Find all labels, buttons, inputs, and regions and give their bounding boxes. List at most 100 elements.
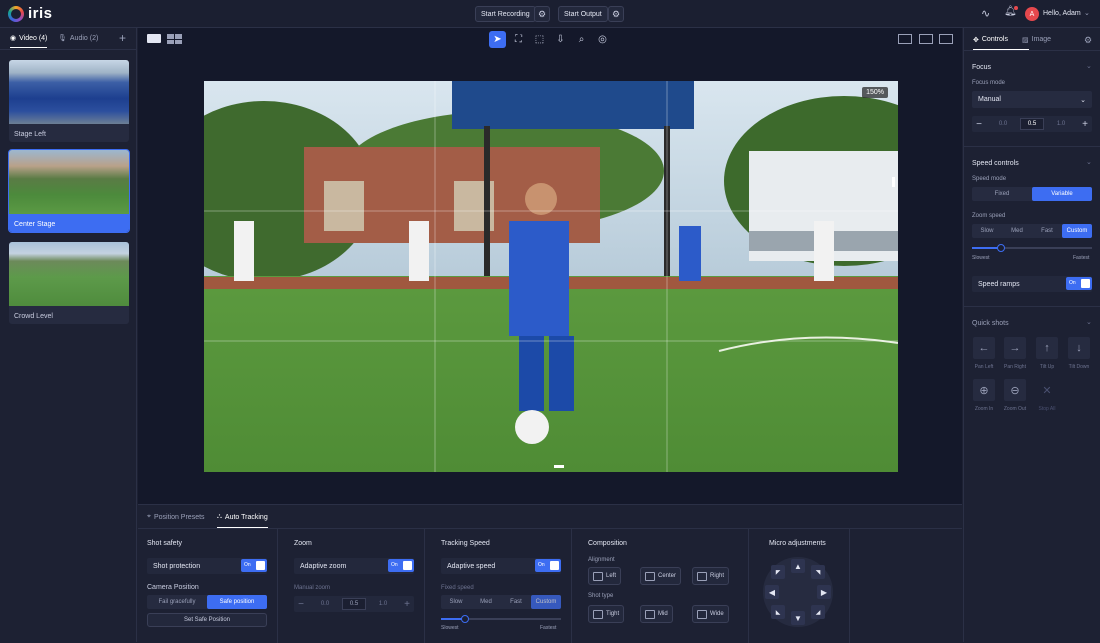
pan-left-button[interactable]: ←	[973, 337, 995, 359]
tab-audio[interactable]: 🎙︎ Audio (2)	[58, 34, 99, 43]
speed-slow-option[interactable]: Slow	[441, 595, 471, 609]
output-settings-icon[interactable]: ⚙	[608, 6, 624, 22]
plus-icon[interactable]: +	[400, 599, 414, 610]
zoom-med-option[interactable]: Med	[1002, 224, 1032, 238]
move-icon: ✥	[973, 37, 979, 44]
source-thumbnail[interactable]: Crowd Level	[9, 242, 129, 324]
tab-auto-tracking[interactable]: ⛬ Auto Tracking	[217, 513, 268, 528]
tab-image-label: Image	[1031, 36, 1052, 43]
minus-icon[interactable]: −	[972, 119, 986, 130]
arrow-up-icon[interactable]: ▲	[791, 559, 805, 573]
stop-all-button[interactable]: ✕	[1036, 379, 1058, 401]
align-left-button[interactable]: Left	[588, 567, 622, 585]
shot-wide-button[interactable]: Wide	[692, 605, 729, 623]
align-right-button[interactable]: Right	[692, 567, 730, 585]
arrow-down-icon[interactable]: ▼	[791, 611, 805, 625]
arrow-up-right-icon[interactable]: ◥	[811, 565, 825, 579]
full-layout-icon[interactable]	[939, 34, 953, 44]
focus-value[interactable]: 0.5	[1020, 118, 1044, 130]
chevron-down-icon[interactable]: ⌄	[1084, 9, 1090, 17]
tilt-down-button[interactable]: ↓	[1068, 337, 1090, 359]
zoom-slow-option[interactable]: Slow	[972, 224, 1002, 238]
speed-fast-option[interactable]: Fast	[501, 595, 531, 609]
safe-position-option[interactable]: Safe position	[207, 595, 267, 609]
zoom-out-button[interactable]: ⊖	[1004, 379, 1026, 401]
tab-position-presets[interactable]: ⌖ Position Presets	[147, 513, 205, 521]
arrow-right-icon[interactable]: ▶	[817, 585, 831, 599]
shot-tight-icon	[593, 609, 603, 619]
slider-knob[interactable]	[996, 244, 1005, 252]
minus-icon[interactable]: −	[294, 599, 308, 610]
video-viewer: ➤ ⛶ ⬚ ⇩ ⌕ ◎ 150%	[138, 28, 962, 504]
recording-settings-icon[interactable]: ⚙	[534, 6, 550, 22]
speed-ramps-toggle[interactable]: On	[1066, 277, 1092, 290]
zoom-value[interactable]: 0.5	[342, 598, 366, 610]
pan-right-label: Pan Right	[1004, 364, 1026, 370]
chevron-down-icon[interactable]: ⌄	[1086, 62, 1092, 70]
shot-protection-toggle[interactable]: On	[241, 559, 267, 572]
chevron-down-icon[interactable]: ⌄	[1086, 158, 1092, 166]
auto-tracking-panel: ⌖ Position Presets ⛬ Auto Tracking Shot sa…	[138, 504, 962, 643]
arrow-up-left-icon[interactable]: ◤	[771, 565, 785, 579]
live-video-feed[interactable]: 150%	[204, 81, 898, 472]
fixed-speed-label: Fixed speed	[441, 585, 474, 591]
top-bar: iris Start Recording ⚙ Start Output ⚙ ∿ …	[0, 0, 1100, 28]
activity-icon[interactable]: ∿	[981, 7, 990, 20]
select-tool-icon[interactable]: ➤	[489, 31, 506, 48]
arrow-down-right-icon[interactable]: ◢	[811, 605, 825, 619]
chevron-down-icon[interactable]: ⌄	[1086, 318, 1092, 326]
tab-controls[interactable]: ✥ Controls	[973, 36, 1008, 44]
slowest-label: Slowest	[441, 625, 459, 631]
tab-audio-label: Audio (2)	[69, 34, 99, 42]
gear-icon[interactable]: ⚙	[1084, 35, 1092, 46]
tracking-speed-slider[interactable]	[441, 615, 561, 623]
start-recording-button[interactable]: Start Recording	[475, 6, 536, 22]
source-image	[9, 242, 129, 306]
speed-fixed-option[interactable]: Fixed	[972, 187, 1032, 201]
source-thumbnail[interactable]: Stage Left	[9, 60, 129, 142]
capture-tool-icon[interactable]: ◎	[594, 31, 611, 48]
focus-tool-icon[interactable]: ⛶	[510, 31, 527, 48]
avatar[interactable]: A	[1025, 7, 1039, 21]
zoom-in-button[interactable]: ⊕	[973, 379, 995, 401]
shot-tight-button[interactable]: Tight	[588, 605, 625, 623]
frame-tool-icon[interactable]: ⬚	[531, 31, 548, 48]
zoom-speed-slider[interactable]	[972, 244, 1092, 252]
start-output-button[interactable]: Start Output	[558, 6, 608, 22]
grid-view-icon[interactable]	[167, 34, 182, 44]
user-greeting[interactable]: Hello, Adam	[1043, 10, 1081, 17]
zoom-tool-icon[interactable]: ⌕	[573, 31, 590, 48]
table-layout-icon[interactable]	[898, 34, 912, 44]
focus-mode-select[interactable]: Manual ⌄	[972, 91, 1092, 108]
arrow-down-left-icon[interactable]: ◣	[771, 605, 785, 619]
zoom-custom-option[interactable]: Custom	[1062, 224, 1092, 238]
set-safe-position-button[interactable]: Set Safe Position	[147, 613, 267, 627]
zoom-speed-label: Zoom speed	[972, 213, 1006, 219]
tracking-speed-section: Tracking Speed Adaptive speed On Fixed s…	[432, 529, 572, 643]
add-source-icon[interactable]: +	[119, 31, 126, 45]
split-layout-icon[interactable]	[919, 34, 933, 44]
pan-right-button[interactable]: →	[1004, 337, 1026, 359]
single-view-icon[interactable]	[147, 34, 161, 43]
tracking-tool-icon[interactable]: ⇩	[552, 31, 569, 48]
shot-mid-button[interactable]: Mid	[640, 605, 673, 623]
tab-image[interactable]: ▨ Image	[1022, 36, 1051, 44]
adaptive-speed-toggle[interactable]: On	[535, 559, 561, 572]
slider-knob[interactable]	[461, 615, 469, 623]
tab-video[interactable]: ◉ Video (4)	[10, 34, 48, 48]
plus-icon[interactable]: +	[1078, 119, 1092, 130]
arrow-left-icon[interactable]: ◀	[765, 585, 779, 599]
align-center-button[interactable]: Center	[640, 567, 682, 585]
adaptive-zoom-toggle[interactable]: On	[388, 559, 414, 572]
speed-variable-option[interactable]: Variable	[1032, 187, 1092, 201]
speed-custom-option[interactable]: Custom	[531, 595, 561, 609]
zoom-fast-option[interactable]: Fast	[1032, 224, 1062, 238]
tilt-up-button[interactable]: ↑	[1036, 337, 1058, 359]
fail-gracefully-option[interactable]: Fail gracefully	[147, 595, 207, 609]
speed-med-option[interactable]: Med	[471, 595, 501, 609]
focus-stepper: − 0.0 0.5 1.0 +	[972, 116, 1092, 132]
source-image	[9, 60, 129, 124]
source-thumbnail-selected[interactable]: Center Stage	[8, 149, 130, 233]
shot-protection-label: Shot protection	[153, 562, 201, 570]
app-logo[interactable]: iris	[8, 5, 53, 22]
